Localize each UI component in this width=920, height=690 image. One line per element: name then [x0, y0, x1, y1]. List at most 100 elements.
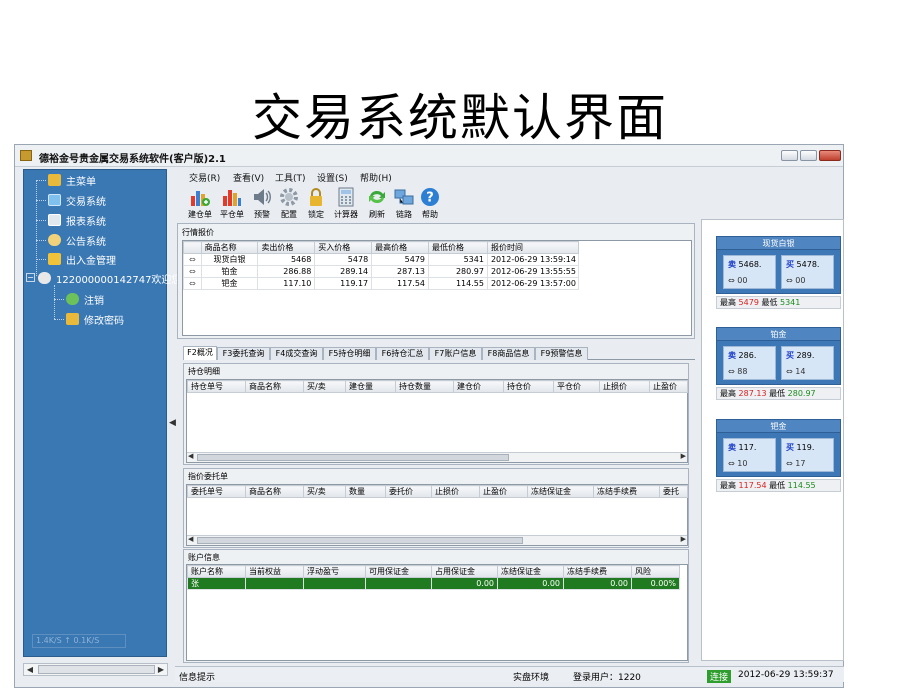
table-row[interactable]: ⇔ 铂金 286.88 289.14 287.13 280.97 2012-06… — [183, 265, 580, 278]
column-header[interactable]: 最高价格 — [371, 241, 430, 254]
quote-card-silver[interactable]: 现货白银 卖 5468. ⇔ 00 买 5478. ⇔ 00 最高 5479 最… — [716, 236, 841, 309]
tab-product-info[interactable]: F8商品信息 — [482, 347, 535, 360]
menu-settings[interactable]: 设置(S) — [317, 171, 348, 184]
column-header[interactable]: 建仓价 — [453, 380, 504, 393]
column-header[interactable]: 止损价 — [599, 380, 650, 393]
positions-scrollbar[interactable]: ◀ ▶ — [187, 452, 687, 462]
column-header[interactable]: 报价时间 — [486, 241, 580, 254]
sell-box[interactable]: 卖 286. ⇔ 88 — [723, 346, 776, 380]
orders-scrollbar[interactable]: ◀ ▶ — [187, 535, 687, 545]
scroll-right-icon[interactable]: ▶ — [681, 535, 686, 543]
column-header[interactable]: 止盈价 — [479, 485, 528, 498]
help-button[interactable]: ? 帮助 — [415, 185, 445, 221]
refresh-button[interactable]: 刷新 — [362, 185, 392, 221]
high-value: 287.13 — [738, 389, 767, 398]
column-header[interactable]: 风险 — [631, 565, 680, 578]
column-header[interactable]: 买入价格 — [314, 241, 373, 254]
open-position-button[interactable]: 建仓单 — [185, 185, 215, 221]
column-header[interactable]: 委托 — [659, 485, 688, 498]
sidebar-scrollbar[interactable]: ◀ ▶ — [23, 663, 168, 676]
buy-box[interactable]: 买 289. ⇔ 14 — [781, 346, 834, 380]
orders-group: 指价委托单 委托单号 商品名称 买/卖 数量 委托价 止损价 止盈价 冻结保证金… — [183, 468, 689, 548]
menu-trade[interactable]: 交易(R) — [189, 171, 220, 184]
scroll-left-icon[interactable]: ◀ — [24, 664, 36, 675]
column-header[interactable]: 持仓单号 — [187, 380, 246, 393]
scroll-right-icon[interactable]: ▶ — [681, 452, 686, 460]
high-value: 5479 — [738, 298, 759, 307]
tab-alert-info[interactable]: F9预警信息 — [535, 347, 588, 360]
tree-expander[interactable]: − — [26, 273, 35, 282]
tab-trade-query[interactable]: F4成交查询 — [270, 347, 323, 360]
quote-card-platinum[interactable]: 铂金 卖 286. ⇔ 88 买 289. ⇔ 14 最高 287.13 最低 … — [716, 327, 841, 400]
column-header[interactable]: 数量 — [345, 485, 386, 498]
sidebar-item-account[interactable]: 122000000142747欢迎您 — [38, 270, 181, 286]
minimize-button[interactable] — [781, 150, 798, 161]
tab-overview[interactable]: F2概况 — [183, 346, 217, 360]
menu-tools[interactable]: 工具(T) — [275, 171, 306, 184]
column-header[interactable]: 冻结手续费 — [593, 485, 660, 498]
column-header[interactable]: 平仓价 — [553, 380, 600, 393]
sidebar-item-main-menu[interactable]: 主菜单 — [48, 172, 96, 188]
column-header[interactable]: 账户名称 — [187, 565, 246, 578]
quote-card-hilo: 最高 287.13 最低 280.97 — [716, 387, 841, 400]
scroll-thumb[interactable] — [197, 454, 509, 461]
table-row[interactable]: ⇔ 现货白银 5468 5478 5479 5341 2012-06-29 13… — [183, 253, 580, 266]
scroll-right-icon[interactable]: ▶ — [155, 664, 167, 675]
collapse-sidebar-icon[interactable]: ◀ — [169, 418, 176, 428]
column-header[interactable]: 冻结保证金 — [527, 485, 594, 498]
column-header[interactable]: 委托价 — [385, 485, 432, 498]
column-header[interactable]: 当前权益 — [245, 565, 304, 578]
calculator-button[interactable]: 计算器 — [329, 185, 363, 221]
column-header[interactable]: 持仓价 — [503, 380, 554, 393]
sell-box[interactable]: 卖 117. ⇔ 10 — [723, 438, 776, 472]
column-header[interactable]: 冻结保证金 — [497, 565, 564, 578]
scroll-left-icon[interactable]: ◀ — [188, 452, 193, 460]
tab-position-summary[interactable]: F6持仓汇总 — [376, 347, 429, 360]
table-row[interactable]: 张 0.00 0.00 0.00 0.00% — [187, 577, 680, 590]
column-header[interactable]: 买/卖 — [303, 380, 346, 393]
column-header[interactable]: 持仓数量 — [395, 380, 454, 393]
column-header[interactable]: 浮动盈亏 — [303, 565, 366, 578]
column-header[interactable]: 止损价 — [431, 485, 480, 498]
column-header[interactable]: 可用保证金 — [365, 565, 432, 578]
quote-card-palladium[interactable]: 钯金 卖 117. ⇔ 10 买 119. ⇔ 17 最高 117.54 最低 … — [716, 419, 841, 492]
scroll-thumb[interactable] — [38, 665, 155, 674]
column-header[interactable]: 卖出价格 — [257, 241, 316, 254]
scroll-thumb[interactable] — [197, 537, 523, 544]
column-header[interactable]: 建仓量 — [345, 380, 396, 393]
tab-account-info[interactable]: F7账户信息 — [429, 347, 482, 360]
alert-button[interactable]: 预警 — [247, 185, 277, 221]
sidebar-item-trading[interactable]: 交易系统 — [48, 192, 106, 208]
sidebar-item-funds[interactable]: 出入金管理 — [48, 251, 116, 267]
config-button[interactable]: 配置 — [274, 185, 304, 221]
sidebar-item-logout[interactable]: 注销 — [66, 291, 104, 307]
sidebar-item-reports[interactable]: 报表系统 — [48, 212, 106, 228]
sidebar-item-announcements[interactable]: 公告系统 — [48, 232, 106, 248]
column-header[interactable]: 止盈价 — [649, 380, 688, 393]
maximize-button[interactable] — [800, 150, 817, 161]
sidebar-item-change-password[interactable]: 修改密码 — [66, 311, 124, 327]
buy-box[interactable]: 买 5478. ⇔ 00 — [781, 255, 834, 289]
tab-position-detail[interactable]: F5持仓明细 — [323, 347, 376, 360]
buy-label: 买 — [786, 443, 794, 452]
lock-button[interactable]: 锁定 — [301, 185, 331, 221]
column-header[interactable]: 委托单号 — [187, 485, 246, 498]
column-header[interactable]: 买/卖 — [303, 485, 346, 498]
close-position-button[interactable]: 平仓单 — [217, 185, 247, 221]
close-button[interactable] — [819, 150, 841, 161]
menu-view[interactable]: 查看(V) — [233, 171, 264, 184]
quotes-table: 商品名称 卖出价格 买入价格 最高价格 最低价格 报价时间 ⇔ 现货白银 546… — [183, 241, 580, 290]
column-header[interactable]: 最低价格 — [428, 241, 488, 254]
tab-order-query[interactable]: F3委托查询 — [217, 347, 270, 360]
column-header[interactable]: 商品名称 — [245, 485, 304, 498]
menu-help[interactable]: 帮助(H) — [360, 171, 392, 184]
column-header[interactable]: 冻结手续费 — [563, 565, 632, 578]
column-header[interactable]: 商品名称 — [200, 241, 259, 254]
sell-box[interactable]: 卖 5468. ⇔ 00 — [723, 255, 776, 289]
column-header[interactable] — [183, 241, 202, 254]
table-row[interactable]: ⇔ 钯金 117.10 119.17 117.54 114.55 2012-06… — [183, 277, 580, 290]
column-header[interactable]: 商品名称 — [245, 380, 304, 393]
buy-box[interactable]: 买 119. ⇔ 17 — [781, 438, 834, 472]
column-header[interactable]: 占用保证金 — [431, 565, 498, 578]
scroll-left-icon[interactable]: ◀ — [188, 535, 193, 543]
